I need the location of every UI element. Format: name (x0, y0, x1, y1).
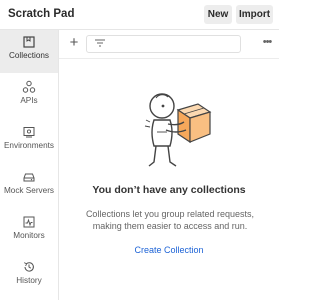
sidebar-item-label: APIs (20, 96, 38, 105)
empty-state-title: You don’t have any collections (92, 184, 246, 196)
sidebar-item-collections[interactable]: Collections (0, 30, 58, 73)
import-button[interactable]: Import (236, 5, 273, 24)
sidebar-item-monitors[interactable]: Monitors (0, 210, 58, 253)
environments-icon (23, 127, 35, 138)
empty-state-description-line: making them easier to access and run. (92, 221, 248, 231)
collections-toolbar: + ••• (59, 30, 279, 59)
plus-icon[interactable]: + (67, 35, 81, 51)
filter-icon (95, 39, 105, 47)
apis-icon (22, 80, 36, 93)
create-collection-link[interactable]: Create Collection (59, 245, 279, 255)
collections-icon (23, 36, 35, 48)
sidebar-item-apis[interactable]: APIs (0, 75, 58, 118)
sidebar-item-label: History (16, 276, 42, 285)
sidebar: Collections APIs Environments Mock Serve… (0, 30, 59, 300)
empty-state-description-line: Collections let you group related reques… (85, 209, 255, 219)
workspace-title: Scratch Pad (8, 8, 75, 20)
mock-servers-icon (23, 173, 35, 182)
sidebar-item-label: Mock Servers (3, 186, 55, 195)
empty-state-description: Collections let you group related reques… (70, 208, 270, 232)
top-header: Scratch Pad New Import (0, 0, 279, 30)
sidebar-item-environments[interactable]: Environments (0, 120, 58, 163)
monitors-icon (23, 216, 35, 228)
more-options-icon[interactable]: ••• (259, 34, 275, 50)
history-icon (23, 262, 34, 272)
sidebar-item-label: Environments (3, 141, 55, 150)
new-button[interactable]: New (204, 5, 232, 24)
sidebar-item-history[interactable]: History (0, 255, 58, 298)
sidebar-item-label: Collections (8, 51, 50, 60)
filter-input[interactable] (86, 35, 241, 53)
astronaut-illustration (144, 93, 212, 167)
sidebar-item-mock-servers[interactable]: Mock Servers (0, 165, 58, 208)
sidebar-item-label: Monitors (13, 231, 45, 240)
